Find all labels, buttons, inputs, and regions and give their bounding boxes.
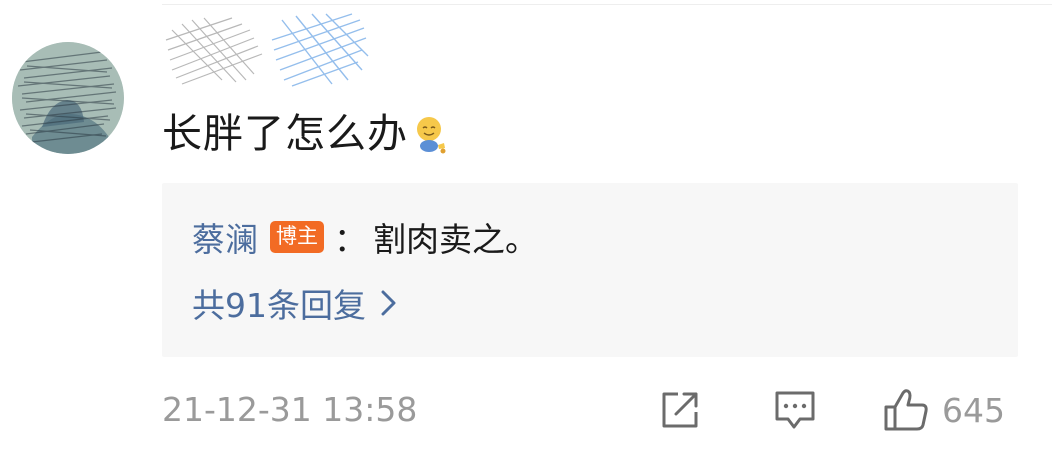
sweat-smile-emoji-icon <box>414 114 448 154</box>
blogger-badge: 博主 <box>270 221 324 253</box>
reply-author-link[interactable]: 蔡澜 <box>192 213 258 261</box>
comment-icon <box>775 391 815 429</box>
like-icon <box>884 389 928 431</box>
username-scribble <box>165 13 369 87</box>
avatar[interactable] <box>12 42 124 154</box>
view-all-replies-link[interactable]: 共91条回复 <box>192 279 398 327</box>
comment-card: 长胖了怎么办 蔡澜 博主 ： 割肉卖之。 共91条回复 21-12-31 13:… <box>0 0 1052 460</box>
more-replies-label: 共91条回复 <box>192 286 366 325</box>
like-button[interactable]: 645 <box>882 386 1005 434</box>
share-button[interactable] <box>658 386 702 434</box>
comment-body: 长胖了怎么办 <box>162 106 448 162</box>
reply-preview[interactable]: 蔡澜 博主 ： 割肉卖之。 共91条回复 <box>162 183 1018 357</box>
timestamp: 21-12-31 13:58 <box>162 390 418 429</box>
top-reply: 蔡澜 博主 ： 割肉卖之。 <box>192 213 538 261</box>
username[interactable] <box>162 10 372 90</box>
comment-button[interactable] <box>772 386 818 434</box>
divider <box>162 4 1052 5</box>
comment-text: 长胖了怎么办 <box>162 111 408 157</box>
reply-content: 割肉卖之。 <box>373 220 538 259</box>
avatar-image <box>12 42 124 154</box>
like-count: 645 <box>942 390 1005 430</box>
reply-colon: ： <box>334 220 367 259</box>
chevron-right-icon <box>381 290 396 316</box>
share-icon <box>662 392 698 428</box>
username-text <box>162 10 163 11</box>
